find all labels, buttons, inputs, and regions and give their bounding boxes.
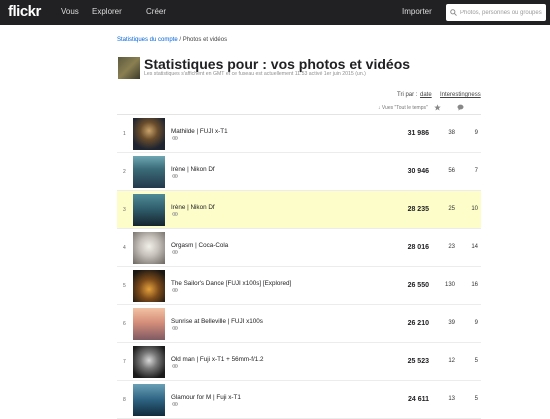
sort-by-interestingness-link[interactable]: Interestingness: [440, 92, 481, 98]
table-row: 7 Old man | Fuji x-T1 + 56mm-f/1.2 25 523 1…: [117, 343, 481, 381]
row-views: 31 986: [407, 130, 429, 137]
row-comments: 7: [474, 168, 478, 174]
row-comments: 16: [471, 282, 478, 288]
row-comments: 14: [471, 244, 478, 250]
row-views: 28 235: [407, 206, 429, 213]
page-title: Statistiques pour : vos photos et vidéos: [144, 56, 411, 72]
star-icon: [434, 104, 441, 111]
link-icon: [172, 326, 178, 330]
nav-explorer[interactable]: Explorer: [92, 7, 122, 16]
row-comments: 9: [474, 320, 478, 326]
row-views: 30 946: [407, 168, 429, 175]
row-favorites: 39: [448, 320, 455, 326]
link-icon: [172, 174, 178, 178]
row-views: 24 611: [407, 396, 429, 403]
photo-title-link[interactable]: Old man | Fuji x-T1 + 56mm-f/1.2: [171, 356, 263, 363]
link-icon: [172, 136, 178, 140]
top-nav-bar: flickr Vous Explorer Créer Importer: [0, 0, 550, 25]
row-favorites: 12: [448, 358, 455, 364]
table-row: 3 Irène | Nikon Df 28 235 25 10: [117, 191, 481, 229]
table-row: 8 Glamour for M | Fuji x-T1 24 611 13 5: [117, 381, 481, 419]
row-rank: 1: [123, 131, 126, 137]
photo-thumbnail[interactable]: [133, 118, 165, 150]
views-column-header[interactable]: ↓ Vues "Tout le temps": [378, 105, 428, 111]
table-row: 5 The Sailor's Dance [FUJI x100s] [Explor…: [117, 267, 481, 305]
row-views: 26 550: [407, 282, 429, 289]
nav-creer[interactable]: Créer: [146, 7, 166, 16]
row-rank: 4: [123, 245, 126, 251]
row-rank: 6: [123, 321, 126, 327]
row-views: 26 210: [407, 320, 429, 327]
photo-title-link[interactable]: Orgasm | Coca-Cola: [171, 242, 228, 249]
nav-vous[interactable]: Vous: [61, 7, 79, 16]
breadcrumb-current: Photos et vidéos: [182, 37, 228, 43]
breadcrumb-separator: /: [179, 37, 182, 43]
photo-title-link[interactable]: Irène | Nikon Df: [171, 204, 215, 211]
photo-title-link[interactable]: Sunrise at Belleville | FUJI x100s: [171, 318, 263, 325]
photo-thumbnail[interactable]: [133, 384, 165, 416]
photo-thumbnail[interactable]: [133, 156, 165, 188]
photo-title-link[interactable]: Irène | Nikon Df: [171, 166, 215, 173]
photo-thumbnail[interactable]: [133, 232, 165, 264]
photo-title-link[interactable]: The Sailor's Dance [FUJI x100s] [Explore…: [171, 280, 291, 287]
photo-title-link[interactable]: Glamour for M | Fuji x-T1: [171, 394, 241, 401]
search-icon: [450, 9, 457, 16]
photo-thumbnail[interactable]: [133, 346, 165, 378]
link-icon: [172, 288, 178, 292]
search-box[interactable]: [446, 4, 546, 21]
sort-label: Tri par :: [397, 92, 418, 98]
row-rank: 2: [123, 169, 126, 175]
row-comments: 5: [474, 396, 478, 402]
photo-title-link[interactable]: Mathilde | FUJI x-T1: [171, 128, 228, 135]
row-rank: 8: [123, 397, 126, 403]
photo-thumbnail[interactable]: [133, 270, 165, 302]
flickr-logo[interactable]: flickr: [8, 3, 41, 20]
link-icon: [172, 250, 178, 254]
row-comments: 9: [474, 130, 478, 136]
link-icon: [172, 364, 178, 368]
row-favorites: 13: [448, 396, 455, 402]
table-row: 6 Sunrise at Belleville | FUJI x100s 26 21…: [117, 305, 481, 343]
link-icon: [172, 212, 178, 216]
row-favorites: 130: [444, 282, 455, 288]
breadcrumb: Statistiques du compte / Photos et vidéo…: [117, 37, 227, 43]
row-comments: 5: [474, 358, 478, 364]
table-row: 2 Irène | Nikon Df 30 946 56 7: [117, 153, 481, 191]
account-avatar: [118, 57, 140, 79]
row-comments: 10: [471, 206, 478, 212]
table-row: 4 Orgasm | Coca-Cola 28 016 23 14: [117, 229, 481, 267]
row-favorites: 23: [448, 244, 455, 250]
breadcrumb-account-stats-link[interactable]: Statistiques du compte: [117, 37, 178, 43]
row-rank: 7: [123, 359, 126, 365]
row-rank: 5: [123, 283, 126, 289]
row-favorites: 38: [448, 130, 455, 136]
link-icon: [172, 402, 178, 406]
sort-by-date-link[interactable]: date: [420, 92, 432, 98]
row-favorites: 25: [448, 206, 455, 212]
row-favorites: 56: [448, 168, 455, 174]
row-views: 28 016: [407, 244, 429, 251]
photo-thumbnail[interactable]: [133, 308, 165, 340]
comment-icon: [457, 104, 464, 111]
row-views: 25 523: [407, 358, 429, 365]
nav-importer[interactable]: Importer: [402, 7, 432, 16]
search-input[interactable]: [460, 9, 546, 16]
table-row: 1 Mathilde | FUJI x-T1 31 986 38 9: [117, 115, 481, 153]
photo-thumbnail[interactable]: [133, 194, 165, 226]
timezone-note: Les statistiques s'affichent en GMT et c…: [144, 71, 366, 77]
row-rank: 3: [123, 207, 126, 213]
